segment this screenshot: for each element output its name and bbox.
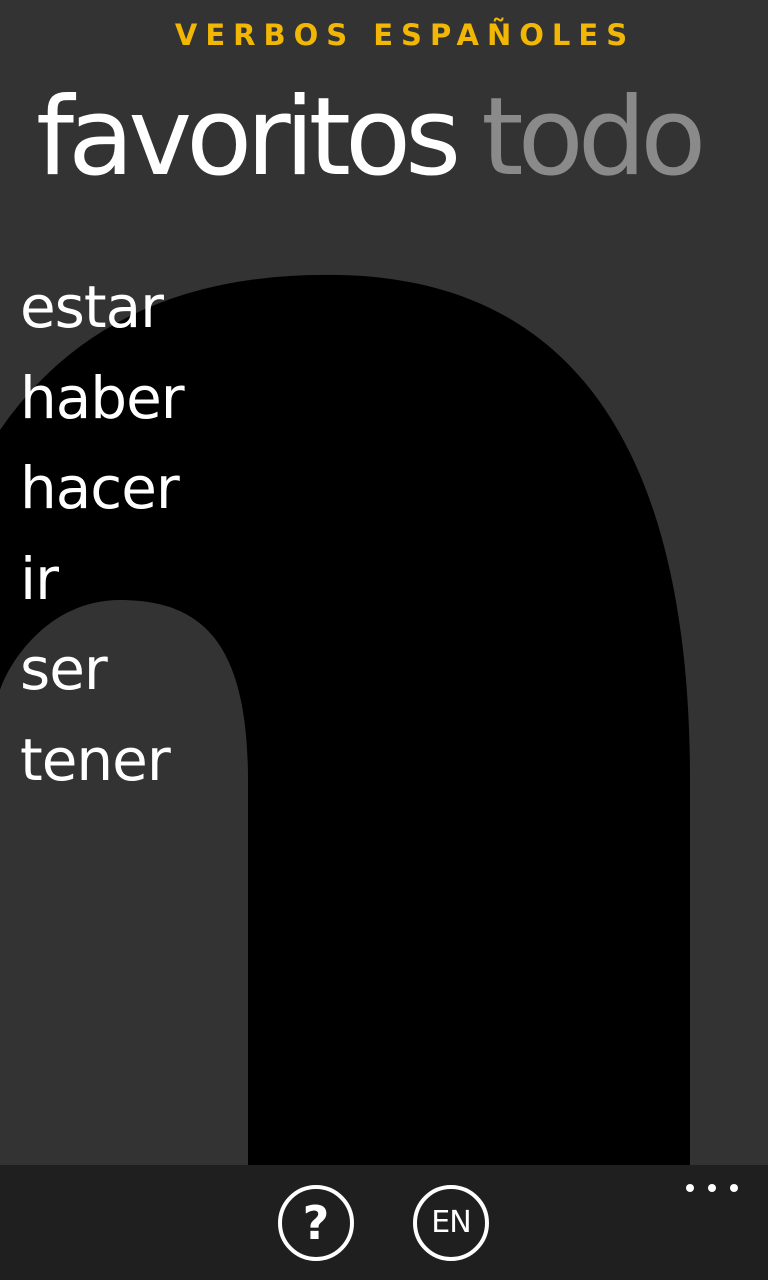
more-button[interactable] <box>686 1173 738 1203</box>
list-item-ser[interactable]: ser <box>20 624 184 715</box>
list-item-hacer[interactable]: hacer <box>20 443 184 534</box>
tab-favoritos[interactable]: favoritos <box>36 68 461 208</box>
pivot-header: favoritos todo <box>36 68 726 208</box>
ellipsis-icon <box>708 1184 716 1192</box>
app-title: VERBOS ESPAÑOLES <box>174 18 636 52</box>
list-item-estar[interactable]: estar <box>20 262 184 353</box>
ellipsis-icon <box>730 1184 738 1192</box>
app-bar: ? EN <box>0 1165 768 1280</box>
list-item-ir[interactable]: ir <box>20 534 184 625</box>
ellipsis-icon <box>686 1184 694 1192</box>
question-mark-icon: ? <box>302 1196 330 1250</box>
list-item-haber[interactable]: haber <box>20 353 185 444</box>
language-label: EN <box>431 1205 471 1240</box>
favorites-list: estar haber hacer ir ser tener <box>20 262 185 806</box>
language-button[interactable]: EN <box>413 1185 489 1261</box>
help-button[interactable]: ? <box>278 1185 354 1261</box>
app-screen: VERBOS ESPAÑOLES favoritos todo estar hab… <box>0 0 768 1280</box>
list-item-tener[interactable]: tener <box>20 715 184 806</box>
tab-todo[interactable]: todo <box>481 68 706 208</box>
